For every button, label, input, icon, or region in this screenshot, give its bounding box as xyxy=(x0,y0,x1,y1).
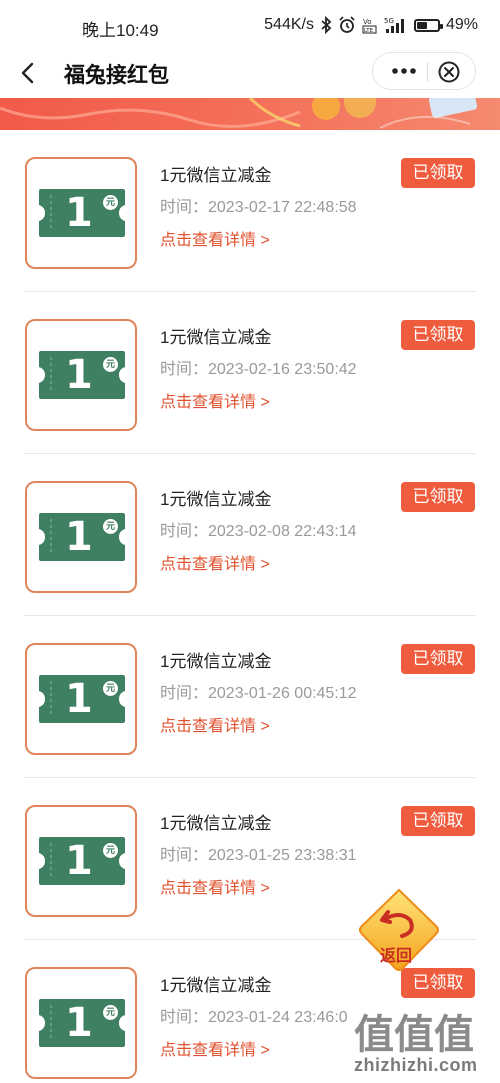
coupon-unit: 元 xyxy=(103,357,118,372)
alarm-icon xyxy=(339,16,355,33)
coupon-thumbnail: 1 元 xyxy=(25,643,137,755)
coupon-name: 1元微信立减金 xyxy=(160,166,272,185)
watermark-glyphs: 值值值 xyxy=(354,1013,474,1057)
battery-icon xyxy=(413,18,443,32)
coupon-ticket-icon: 1 元 xyxy=(37,835,127,887)
return-button[interactable]: 返回 xyxy=(356,886,442,974)
coupon-amount: 1 xyxy=(65,352,93,398)
net-speed: 544K/s xyxy=(264,16,314,33)
claimed-badge[interactable]: 已领取 xyxy=(401,806,475,836)
view-details-link[interactable]: 点击查看详情 > xyxy=(160,1036,270,1060)
capsule-divider xyxy=(427,62,428,82)
more-dots-icon[interactable] xyxy=(389,61,419,81)
close-circle-icon[interactable] xyxy=(437,60,461,84)
list-item[interactable]: 1 元 1元微信立减金 时间：2023-02-16 23:50:42 点击查看详… xyxy=(24,292,476,454)
site-watermark: 值值值 zhizhizhi.com xyxy=(350,1000,500,1083)
view-details-link[interactable]: 点击查看详情 > xyxy=(160,874,270,898)
coupon-amount: 1 xyxy=(65,190,93,236)
coupon-name: 1元微信立减金 xyxy=(160,976,272,995)
claim-time: 时间：2023-01-25 23:38:31 xyxy=(160,847,357,864)
coupon-unit: 元 xyxy=(103,843,118,858)
coupon-thumbnail: 1 元 xyxy=(25,481,137,593)
coupon-name: 1元微信立减金 xyxy=(160,814,272,833)
claimed-badge[interactable]: 已领取 xyxy=(401,482,475,512)
claimed-badge[interactable]: 已领取 xyxy=(401,644,475,674)
claim-time: 时间：2023-01-26 00:45:12 xyxy=(160,685,357,702)
volte-icon: Vo LTE xyxy=(362,18,377,34)
page-title: 福兔接红包 xyxy=(64,64,169,87)
view-details-link[interactable]: 点击查看详情 > xyxy=(160,388,270,412)
chevron-left-icon[interactable] xyxy=(14,58,44,88)
claim-time: 时间：2023-02-17 22:48:58 xyxy=(160,199,357,216)
view-details-link[interactable]: 点击查看详情 > xyxy=(160,550,270,574)
bluetooth-icon xyxy=(321,16,332,34)
claim-time: 时间：2023-02-16 23:50:42 xyxy=(160,361,357,378)
coupon-ticket-icon: 1 元 xyxy=(37,349,127,401)
claimed-badge[interactable]: 已领取 xyxy=(401,158,475,188)
list-item[interactable]: 1 元 1元微信立减金 时间：2023-01-26 00:45:12 点击查看详… xyxy=(24,616,476,778)
status-icons: 544K/s Vo LTE 5G 49% xyxy=(264,16,478,34)
status-bar: 晚上10:49 544K/s Vo LTE 5G 49% xyxy=(0,0,500,50)
claimed-badge[interactable]: 已领取 xyxy=(401,320,475,350)
claim-time: 时间：2023-01-24 23:46:0 xyxy=(160,1009,348,1026)
mini-program-capsule xyxy=(372,52,476,90)
coupon-unit: 元 xyxy=(103,519,118,534)
svg-text:Vo: Vo xyxy=(363,18,372,26)
coupon-amount: 1 xyxy=(65,1000,93,1046)
return-label: 返回 xyxy=(380,948,413,965)
view-details-link[interactable]: 点击查看详情 > xyxy=(160,712,270,736)
coupon-ticket-icon: 1 元 xyxy=(37,997,127,1049)
coupon-ticket-icon: 1 元 xyxy=(37,187,127,239)
battery-percent: 49% xyxy=(445,16,478,33)
coupon-thumbnail: 1 元 xyxy=(25,805,137,917)
watermark-text: zhizhizhi.com xyxy=(354,1055,478,1075)
coupon-amount: 1 xyxy=(65,676,93,722)
header-banner xyxy=(0,98,500,130)
svg-text:LTE: LTE xyxy=(364,28,374,34)
coupon-ticket-icon: 1 元 xyxy=(37,673,127,725)
coupon-ticket-icon: 1 元 xyxy=(37,511,127,563)
coupon-name: 1元微信立减金 xyxy=(160,490,272,509)
banner-decoration xyxy=(0,98,478,129)
status-time: 晚上10:49 xyxy=(82,21,159,40)
coupon-thumbnail: 1 元 xyxy=(25,319,137,431)
coupon-amount: 1 xyxy=(65,838,93,884)
list-item[interactable]: 1 元 1元微信立减金 时间：2023-02-17 22:48:58 点击查看详… xyxy=(24,130,476,292)
coupon-name: 1元微信立减金 xyxy=(160,328,272,347)
coupon-amount: 1 xyxy=(65,514,93,560)
coupon-name: 1元微信立减金 xyxy=(160,652,272,671)
claim-time: 时间：2023-02-08 22:43:14 xyxy=(160,523,357,540)
nav-bar: 福兔接红包 xyxy=(0,50,500,98)
svg-text:5G: 5G xyxy=(384,17,394,25)
list-item[interactable]: 1 元 1元微信立减金 时间：2023-02-08 22:43:14 点击查看详… xyxy=(24,454,476,616)
coupon-unit: 元 xyxy=(103,681,118,696)
signal-icon: 5G xyxy=(384,17,404,33)
coupon-unit: 元 xyxy=(103,195,118,210)
view-details-link[interactable]: 点击查看详情 > xyxy=(160,226,270,250)
coupon-unit: 元 xyxy=(103,1005,118,1020)
coupon-thumbnail: 1 元 xyxy=(25,967,137,1079)
coupon-thumbnail: 1 元 xyxy=(25,157,137,269)
